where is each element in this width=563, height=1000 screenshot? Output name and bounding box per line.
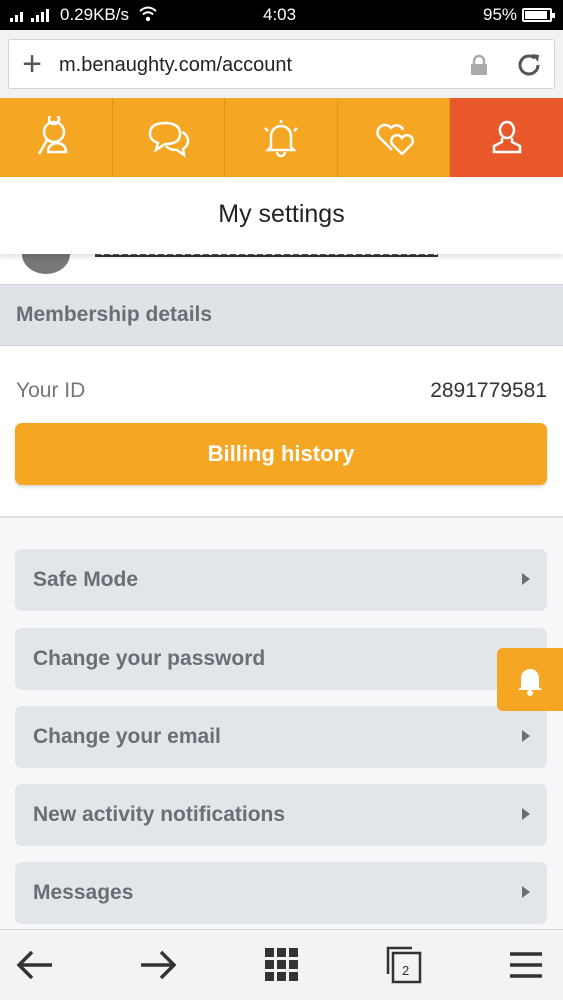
id-value: 2891779581 bbox=[430, 379, 547, 402]
nav-tab-search[interactable] bbox=[0, 98, 113, 177]
browser-toolbar: + m.benaughty.com/account bbox=[0, 30, 563, 98]
wifi-icon bbox=[139, 6, 157, 22]
grid-icon[interactable] bbox=[261, 944, 303, 986]
id-label: Your ID bbox=[16, 379, 86, 402]
menu-item-notifications[interactable]: New activity notifications bbox=[15, 784, 547, 846]
battery-percent: 95% bbox=[483, 5, 518, 24]
menu-item-label: New activity notifications bbox=[33, 803, 286, 826]
chevron-right-icon bbox=[522, 573, 530, 585]
nav-tab-profile[interactable] bbox=[450, 98, 563, 177]
page-title: My settings bbox=[0, 177, 563, 254]
nav-tab-notifications[interactable] bbox=[225, 98, 338, 177]
reload-icon[interactable] bbox=[514, 50, 544, 80]
signal-icon bbox=[10, 9, 49, 22]
menu-item-label: Change your email bbox=[33, 725, 221, 748]
menu-icon[interactable] bbox=[506, 944, 548, 986]
hearts-icon bbox=[375, 123, 414, 156]
status-bar: 0.29KB/s 4:03 95% bbox=[0, 0, 563, 30]
tabs-button[interactable]: 2 bbox=[384, 944, 426, 986]
search-user-icon bbox=[37, 115, 68, 155]
menu-item-safe-mode[interactable]: Safe Mode bbox=[15, 549, 547, 611]
profile-icon bbox=[492, 120, 521, 153]
back-arrow-icon[interactable] bbox=[14, 944, 56, 986]
address-bar[interactable]: + m.benaughty.com/account bbox=[8, 39, 555, 89]
nav-tab-messages[interactable] bbox=[112, 98, 226, 177]
browser-bottom-bar: 2 bbox=[0, 929, 563, 1000]
menu-item-change-password[interactable]: Change your password bbox=[15, 628, 547, 690]
network-speed: 0.29KB/s bbox=[60, 5, 129, 24]
chat-icon bbox=[149, 121, 190, 158]
floating-notification-button[interactable] bbox=[497, 648, 563, 711]
tabs-count: 2 bbox=[402, 963, 410, 978]
forward-arrow-icon[interactable] bbox=[137, 944, 179, 986]
bell-icon bbox=[264, 119, 298, 157]
lock-icon bbox=[471, 54, 487, 75]
menu-item-messages[interactable]: Messages bbox=[15, 862, 547, 924]
menu-item-label: Safe Mode bbox=[33, 568, 139, 591]
new-tab-plus-icon[interactable]: + bbox=[17, 46, 47, 82]
clock: 4:03 bbox=[263, 5, 297, 24]
profile-strip bbox=[0, 254, 563, 284]
nav-tab-favorites[interactable] bbox=[337, 98, 451, 177]
avatar[interactable] bbox=[22, 254, 70, 274]
chevron-right-icon bbox=[522, 886, 530, 898]
membership-header: Membership details bbox=[0, 284, 563, 346]
menu-item-change-email[interactable]: Change your email bbox=[15, 706, 547, 768]
chevron-right-icon bbox=[522, 808, 530, 820]
menu-item-label: Messages bbox=[33, 881, 134, 904]
app-nav bbox=[0, 98, 563, 177]
email-link-cutoff[interactable] bbox=[95, 254, 438, 257]
chevron-right-icon bbox=[522, 730, 530, 742]
membership-panel: Your ID 2891779581 Billing history bbox=[0, 346, 563, 518]
membership-header-label: Membership details bbox=[16, 303, 213, 326]
menu-item-label: Change your password bbox=[33, 647, 266, 670]
billing-history-button[interactable]: Billing history bbox=[15, 423, 547, 485]
bell-icon bbox=[518, 668, 542, 696]
battery-icon bbox=[522, 8, 555, 22]
url-text[interactable]: m.benaughty.com/account bbox=[59, 54, 292, 77]
